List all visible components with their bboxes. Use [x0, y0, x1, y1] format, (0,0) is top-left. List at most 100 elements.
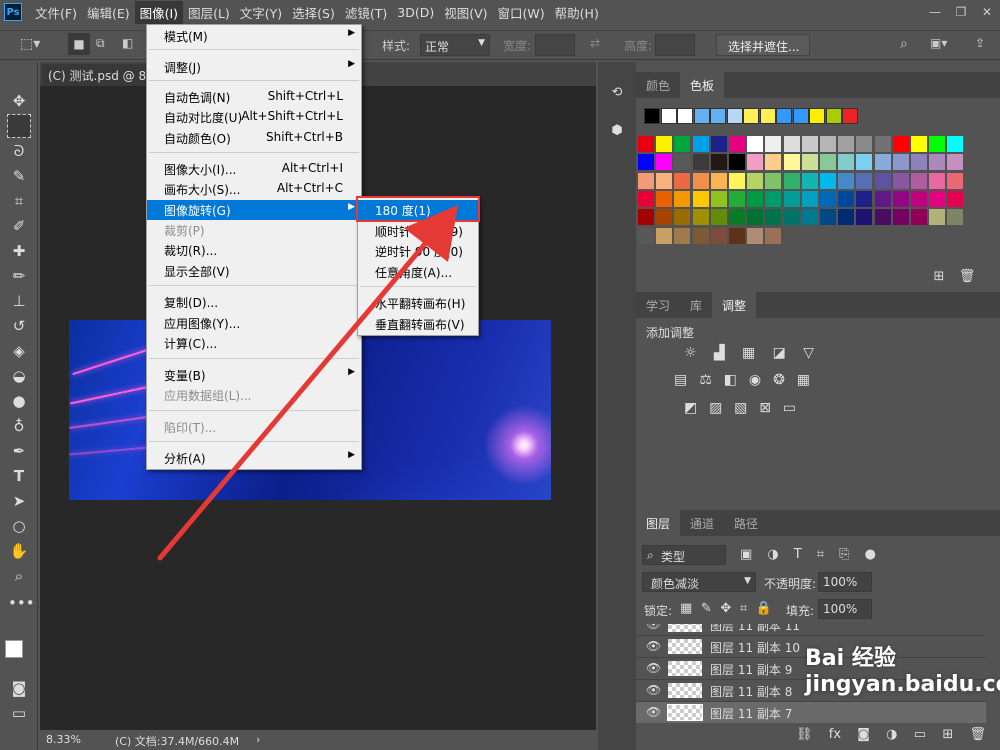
swatch[interactable]: [765, 172, 782, 189]
swatch[interactable]: [783, 209, 800, 226]
swatch[interactable]: [842, 108, 858, 124]
swap-icon[interactable]: ⇄: [590, 36, 600, 50]
trash-icon[interactable]: 🗑: [958, 268, 976, 286]
type-filter-icon[interactable]: T: [794, 547, 802, 562]
menu-item-rotate-90-ccw[interactable]: 逆时针 90 度(0): [358, 241, 478, 261]
swatch[interactable]: [692, 154, 709, 171]
swatch[interactable]: [892, 136, 909, 152]
lock-transparency-icon[interactable]: ▦: [680, 601, 692, 616]
swatch[interactable]: [820, 209, 836, 226]
pen-tool-icon[interactable]: ✒: [8, 440, 30, 462]
lock-position-icon[interactable]: ✥: [720, 601, 731, 616]
swatch[interactable]: [776, 108, 792, 124]
marquee-tool-preset-icon[interactable]: ⬚▾: [20, 36, 40, 52]
posterize-icon[interactable]: ▨: [709, 400, 722, 416]
swatch[interactable]: [747, 136, 764, 152]
swatch[interactable]: [644, 108, 660, 124]
swatch[interactable]: [801, 209, 818, 226]
swatch[interactable]: [947, 172, 964, 189]
folder-icon[interactable]: ▭: [914, 727, 926, 742]
style-select[interactable]: 正常 ▼: [420, 34, 490, 56]
tab-adjustments[interactable]: 调整: [712, 292, 757, 318]
swatch[interactable]: [729, 172, 745, 189]
swatch[interactable]: [692, 209, 709, 226]
swatch[interactable]: [729, 227, 745, 244]
swatch[interactable]: [674, 136, 691, 152]
swatch[interactable]: [674, 190, 691, 207]
blend-mode-select[interactable]: 颜色减淡 ▼: [642, 572, 756, 592]
tab-learn[interactable]: 学习: [636, 292, 680, 318]
swatch[interactable]: [911, 154, 927, 171]
menu-item-adjustments[interactable]: 调整(J) ▶: [147, 57, 361, 77]
menu-item-auto-contrast[interactable]: 自动对比度(U) Alt+Shift+Ctrl+L: [147, 107, 361, 127]
swatch[interactable]: [929, 136, 946, 152]
swatch[interactable]: [856, 136, 873, 152]
channel-mixer-icon[interactable]: ❂: [773, 372, 785, 388]
menu-item-canvas-size[interactable]: 画布大小(S)... Alt+Ctrl+C: [147, 179, 361, 199]
tab-color[interactable]: 颜色: [636, 72, 680, 98]
eye-icon[interactable]: 👁: [646, 705, 661, 719]
swatch[interactable]: [765, 227, 782, 244]
quick-select-tool-icon[interactable]: ✎: [8, 165, 30, 187]
stamp-tool-icon[interactable]: ⊥: [8, 290, 30, 312]
hand-tool-icon[interactable]: ✋: [8, 540, 30, 562]
swatch[interactable]: [674, 172, 691, 189]
menu-item-analysis[interactable]: 分析(A) ▶: [147, 448, 361, 468]
swatch[interactable]: [638, 227, 654, 244]
menu-type[interactable]: 文字(Y): [235, 1, 287, 24]
menu-item-apply-image[interactable]: 应用图像(Y)...: [147, 313, 361, 333]
menu-item-calculations[interactable]: 计算(C)...: [147, 333, 361, 353]
lock-all-icon[interactable]: 🔒: [756, 601, 772, 616]
swatch[interactable]: [656, 190, 673, 207]
smart-filter-icon[interactable]: ⎘: [839, 547, 849, 562]
swatch[interactable]: [765, 154, 782, 171]
layer-row[interactable]: 👁 图层 11 副本 11: [636, 624, 986, 635]
menu-layer[interactable]: 图层(L): [183, 1, 235, 24]
swatch[interactable]: [710, 227, 727, 244]
menu-select[interactable]: 选择(S): [287, 1, 340, 24]
swatch[interactable]: [692, 190, 709, 207]
swatch[interactable]: [911, 209, 927, 226]
zoom-level[interactable]: 8.33%: [46, 733, 81, 746]
swatch[interactable]: [674, 154, 691, 171]
healing-tool-icon[interactable]: ✚: [8, 240, 30, 262]
swatch[interactable]: [783, 154, 800, 171]
move-tool-icon[interactable]: ✥: [8, 90, 30, 112]
swatch[interactable]: [820, 136, 836, 152]
gradient-map-icon[interactable]: ▭: [783, 400, 796, 416]
swatch[interactable]: [743, 108, 759, 124]
more-tools-icon[interactable]: •••: [8, 592, 35, 614]
swatch[interactable]: [783, 136, 800, 152]
swatch[interactable]: [892, 172, 909, 189]
swatch[interactable]: [692, 136, 709, 152]
menu-file[interactable]: 文件(F): [30, 1, 82, 24]
swatch[interactable]: [710, 209, 727, 226]
swatch[interactable]: [638, 190, 654, 207]
chevron-right-icon[interactable]: ›: [256, 733, 260, 746]
3d-icon[interactable]: ⬢: [608, 122, 626, 140]
swatch[interactable]: [710, 190, 727, 207]
new-swatch-icon[interactable]: ⊞: [930, 268, 948, 286]
swatch[interactable]: [729, 136, 745, 152]
swatch[interactable]: [783, 172, 800, 189]
eyedropper-tool-icon[interactable]: ✐: [8, 215, 30, 237]
menu-item-duplicate[interactable]: 复制(D)...: [147, 292, 361, 312]
swatch[interactable]: [856, 190, 873, 207]
swatch[interactable]: [820, 190, 836, 207]
swatch[interactable]: [656, 136, 673, 152]
swatch[interactable]: [674, 209, 691, 226]
swatch[interactable]: [729, 209, 745, 226]
swatch[interactable]: [674, 227, 691, 244]
vibrance-icon[interactable]: ▽: [803, 345, 814, 361]
dodge-tool-icon[interactable]: ♁: [8, 415, 30, 437]
swatch[interactable]: [765, 136, 782, 152]
crop-tool-icon[interactable]: ⌗: [8, 190, 30, 212]
swatch[interactable]: [765, 209, 782, 226]
opacity-input[interactable]: 100%: [818, 572, 872, 592]
minimize-icon[interactable]: —: [922, 2, 948, 22]
levels-icon[interactable]: ▟: [714, 345, 725, 361]
swatch[interactable]: [801, 172, 818, 189]
menu-view[interactable]: 视图(V): [439, 1, 492, 24]
curves-icon[interactable]: ▦: [742, 345, 755, 361]
restore-icon[interactable]: ❐: [948, 2, 974, 22]
